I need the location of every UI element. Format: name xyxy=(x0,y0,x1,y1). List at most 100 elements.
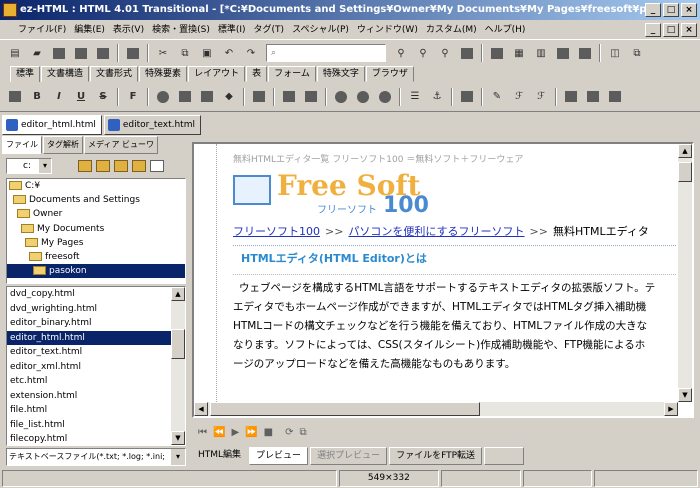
tab-table[interactable]: 表 xyxy=(246,66,268,82)
close-button[interactable]: × xyxy=(681,3,697,17)
tab-document-structure[interactable]: 文書構造 xyxy=(41,66,90,82)
italic-button[interactable]: I xyxy=(50,88,68,106)
list-icon[interactable] xyxy=(458,88,476,106)
tree-node[interactable]: Owner xyxy=(7,207,185,221)
bold-button[interactable]: B xyxy=(28,88,46,106)
doc-restore-button[interactable]: □ xyxy=(663,23,679,37)
file-item[interactable]: file.html xyxy=(7,403,173,418)
file-item[interactable]: etc.html xyxy=(7,374,173,389)
table-cell-icon[interactable] xyxy=(606,88,624,106)
table-row-icon[interactable] xyxy=(562,88,580,106)
tree-node[interactable]: Documents and Settings xyxy=(7,193,185,207)
tab-html-edit[interactable]: HTML編集 xyxy=(192,447,247,465)
next-icon[interactable]: ⏩ xyxy=(245,427,257,438)
anchor-icon[interactable]: ⚓ xyxy=(428,88,446,106)
scroll-down-icon[interactable]: ▼ xyxy=(171,431,185,445)
menu-view[interactable]: 表示(V) xyxy=(109,20,148,40)
replace-icon[interactable] xyxy=(458,44,476,62)
tool-icon[interactable] xyxy=(554,44,572,62)
file-list-scrollbar[interactable]: ▲ ▼ xyxy=(171,287,185,445)
block-icon[interactable] xyxy=(176,88,194,106)
tab-special-elements[interactable]: 特殊要素 xyxy=(139,66,188,82)
file-filter-select[interactable]: テキストベースファイル(*.txt; *.log; *.ini; xyxy=(6,448,186,466)
doc-minimize-button[interactable]: _ xyxy=(645,23,661,37)
tab-special-chars[interactable]: 特殊文字 xyxy=(316,66,365,82)
strike-button[interactable]: S xyxy=(94,88,112,106)
drive-select[interactable]: c: xyxy=(6,158,52,174)
menu-tag[interactable]: タグ(T) xyxy=(250,20,289,40)
table-col-icon[interactable] xyxy=(584,88,602,106)
doc-tab-editor-html[interactable]: editor_html.html xyxy=(2,115,102,135)
brush-icon[interactable]: ✎ xyxy=(488,88,506,106)
menu-help[interactable]: ヘルプ(H) xyxy=(481,20,530,40)
split-view-icon[interactable]: ◫ xyxy=(606,44,624,62)
image-icon[interactable] xyxy=(302,88,320,106)
eraser-icon[interactable]: ◆ xyxy=(220,88,238,106)
browser-icon[interactable]: ⧉ xyxy=(299,427,306,438)
scroll-left-icon[interactable]: ◀ xyxy=(194,402,208,416)
copy-icon[interactable]: ⧉ xyxy=(176,44,194,62)
favorites-folder-icon[interactable] xyxy=(114,160,128,172)
file-item-selected[interactable]: editor_html.html xyxy=(7,330,173,345)
refresh-icon[interactable]: ⟳ xyxy=(285,427,293,438)
div-icon[interactable] xyxy=(250,88,268,106)
marker-icon[interactable] xyxy=(198,88,216,106)
tab-file[interactable]: ファイル xyxy=(2,136,42,154)
scroll-right-icon[interactable]: ▶ xyxy=(664,402,678,416)
doc-tab-editor-text[interactable]: editor_text.html xyxy=(103,115,201,135)
file-item[interactable]: filecopy.html xyxy=(7,432,173,445)
redo-icon[interactable]: ↷ xyxy=(242,44,260,62)
color-icon[interactable] xyxy=(576,44,594,62)
prev-icon[interactable]: ⏪ xyxy=(213,427,225,438)
tab-layout[interactable]: レイアウト xyxy=(188,66,246,82)
tab-preview[interactable]: プレビュー xyxy=(249,447,309,465)
menu-standard[interactable]: 標準(I) xyxy=(214,20,250,40)
tab-tag-analysis[interactable]: タグ解析 xyxy=(43,136,83,154)
menu-file[interactable]: ファイル(F) xyxy=(0,20,70,40)
tree-node[interactable]: freesoft xyxy=(7,250,185,264)
circle-icon-3[interactable] xyxy=(376,88,394,106)
tab-document-format[interactable]: 文書形式 xyxy=(90,66,139,82)
tab-form[interactable]: フォーム xyxy=(268,66,316,82)
comment-icon[interactable] xyxy=(154,88,172,106)
find-prev-icon[interactable]: ⚲ xyxy=(414,44,432,62)
file-item[interactable]: editor_xml.html xyxy=(7,360,173,375)
preview-window-icon[interactable]: ⧉ xyxy=(628,44,646,62)
circle-icon-2[interactable] xyxy=(354,88,372,106)
menu-custom[interactable]: カスタム(M) xyxy=(422,20,481,40)
tree-node[interactable]: My Documents xyxy=(7,222,185,236)
tree-node[interactable]: C:¥ xyxy=(7,179,185,193)
preview-vertical-scrollbar[interactable]: ▲ ▼ xyxy=(678,144,692,402)
tree-node[interactable]: My Pages xyxy=(7,236,185,250)
preview-horizontal-scrollbar[interactable]: ◀ ▶ xyxy=(194,402,678,416)
minimize-button[interactable]: _ xyxy=(645,3,661,17)
find-icon[interactable]: ⚲ xyxy=(392,44,410,62)
new-file-icon[interactable]: ▤ xyxy=(6,44,24,62)
file-item[interactable]: dvd_copy.html xyxy=(7,287,173,302)
maximize-button[interactable]: □ xyxy=(663,3,679,17)
folder-options-icon[interactable] xyxy=(132,160,146,172)
breadcrumb-link-home[interactable]: フリーソフト100 xyxy=(233,225,320,238)
cut-icon[interactable]: ✂ xyxy=(154,44,172,62)
underline-button[interactable]: U xyxy=(72,88,90,106)
scroll-down-icon[interactable]: ▼ xyxy=(678,388,692,402)
find-next-icon[interactable]: ⚲ xyxy=(436,44,454,62)
menu-window[interactable]: ウィンドウ(W) xyxy=(353,20,422,40)
undo-icon[interactable]: ↶ xyxy=(220,44,238,62)
first-icon[interactable]: ⏮ xyxy=(198,427,207,438)
tab-browser[interactable]: ブラウザ xyxy=(365,66,414,82)
menu-special[interactable]: スペシャル(P) xyxy=(288,20,353,40)
span-icon[interactable] xyxy=(280,88,298,106)
breadcrumb-link-category[interactable]: パソコンを便利にするフリーソフト xyxy=(348,225,524,238)
doc-close-button[interactable]: × xyxy=(681,23,697,37)
new-folder-icon[interactable] xyxy=(96,160,110,172)
tab-media-viewer[interactable]: メディア ビューワ xyxy=(84,136,158,154)
file-item[interactable]: extension.html xyxy=(7,389,173,404)
save-all-icon[interactable] xyxy=(72,44,90,62)
scroll-thumb[interactable] xyxy=(210,402,480,416)
paste-icon[interactable]: ▣ xyxy=(198,44,216,62)
close-file-icon[interactable] xyxy=(94,44,112,62)
tree-node-selected[interactable]: pasokon xyxy=(7,264,185,279)
file-item[interactable]: dvd_wrighting.html xyxy=(7,302,173,317)
layout-icon[interactable] xyxy=(488,44,506,62)
